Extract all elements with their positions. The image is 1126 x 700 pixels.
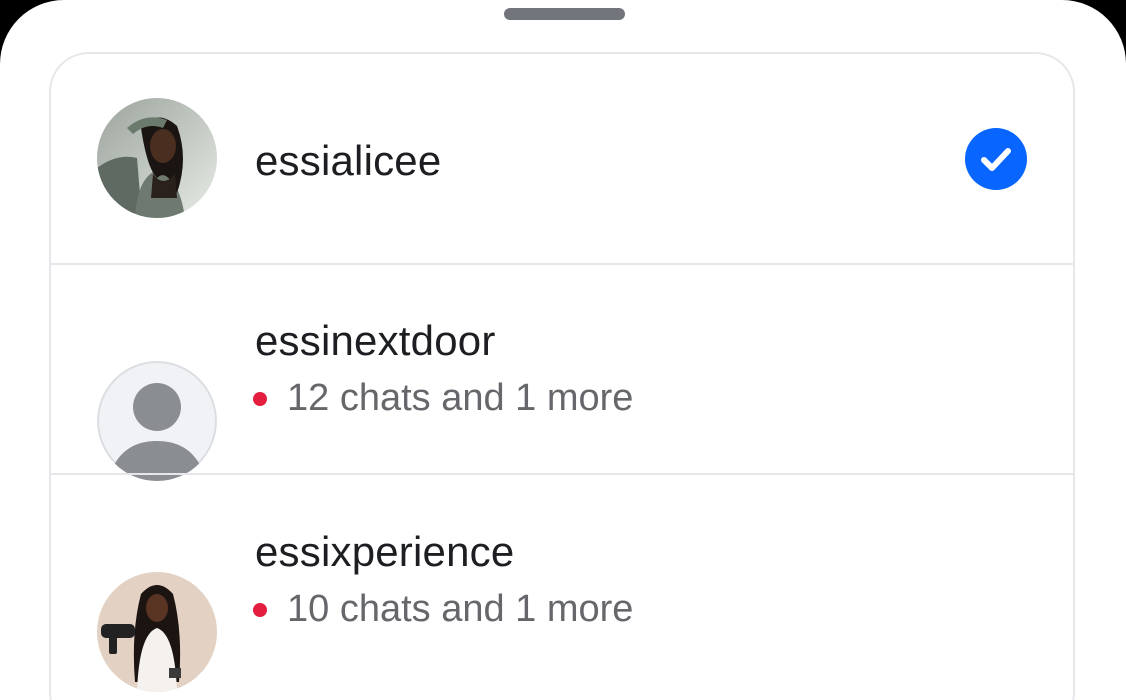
profile-photo-icon — [97, 572, 217, 692]
notification-dot-icon — [253, 391, 267, 406]
account-list: essialicee essinextdoor 12 chats and 1 m… — [49, 52, 1075, 700]
username: essixperience — [255, 528, 515, 575]
profile-photo-icon — [97, 98, 217, 218]
notification-text: 10 chats and 1 more — [287, 588, 634, 630]
default-user-icon — [97, 361, 217, 481]
notification-text: 12 chats and 1 more — [287, 377, 634, 419]
username: essialicee — [255, 137, 442, 184]
account-row-essixperience[interactable]: essixperience 10 chats and 1 more — [51, 473, 1073, 700]
drag-handle[interactable] — [504, 8, 625, 20]
avatar — [97, 98, 217, 218]
avatar — [97, 572, 217, 692]
account-switcher-sheet: essialicee essinextdoor 12 chats and 1 m… — [0, 0, 1126, 700]
username: essinextdoor — [255, 317, 496, 364]
selected-check-icon — [965, 128, 1027, 190]
avatar — [97, 361, 217, 481]
account-row-essinextdoor[interactable]: essinextdoor 12 chats and 1 more — [51, 263, 1073, 481]
notification-dot-icon — [253, 602, 267, 617]
account-row-essialicee[interactable]: essialicee — [51, 54, 1073, 263]
notification-summary: 12 chats and 1 more — [253, 377, 633, 420]
notification-summary: 10 chats and 1 more — [253, 588, 633, 631]
